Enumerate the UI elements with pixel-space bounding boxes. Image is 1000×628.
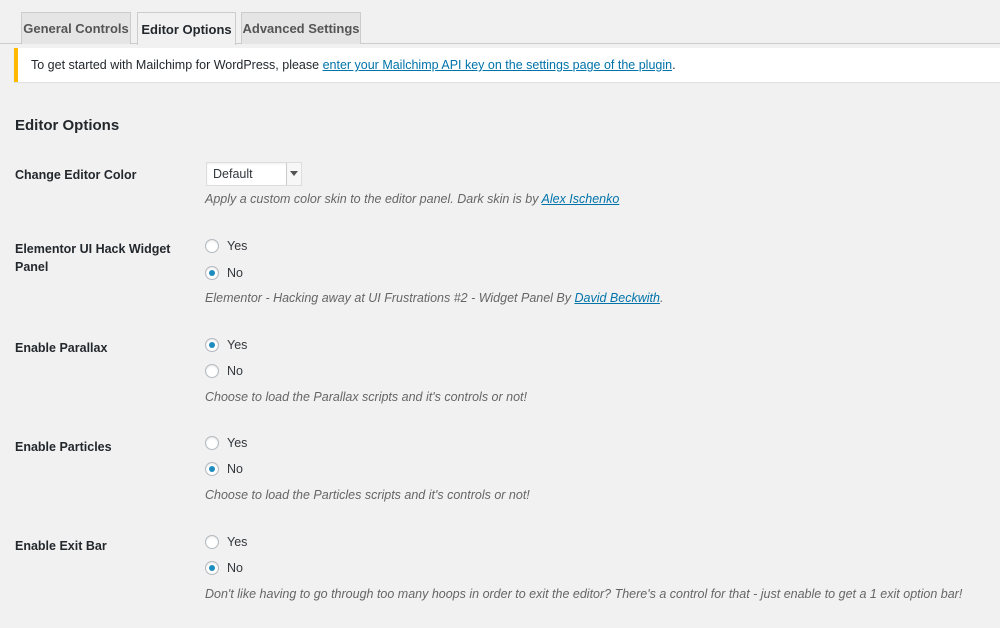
ui-hack-no-option[interactable]: No	[205, 265, 243, 281]
particles-no-option[interactable]: No	[205, 461, 243, 477]
exit-bar-yes-option[interactable]: Yes	[205, 534, 247, 550]
particles-no-radio[interactable]	[205, 462, 219, 476]
ui-hack-label: Elementor UI Hack Widget Panel	[15, 242, 171, 274]
david-beckwith-link[interactable]: David Beckwith	[574, 291, 659, 305]
tab-general-controls[interactable]: General Controls	[21, 12, 131, 44]
parallax-label: Enable Parallax	[15, 341, 108, 355]
tab-bar: General Controls Editor Options Advanced…	[0, 0, 1000, 45]
tab-advanced-settings[interactable]: Advanced Settings	[241, 12, 361, 44]
exit-bar-yes-radio[interactable]	[205, 535, 219, 549]
tab-editor-options[interactable]: Editor Options	[137, 12, 236, 45]
exit-bar-no-radio[interactable]	[205, 561, 219, 575]
exit-bar-no-label: No	[227, 561, 243, 575]
ui-hack-description: Elementor - Hacking away at UI Frustrati…	[205, 291, 664, 305]
exit-bar-yes-label: Yes	[227, 535, 248, 549]
ui-hack-yes-radio[interactable]	[205, 239, 219, 253]
editor-color-selected-value: Default	[213, 167, 253, 181]
parallax-no-option[interactable]: No	[205, 363, 243, 379]
parallax-no-label: No	[227, 364, 243, 378]
alex-ischenko-link[interactable]: Alex Ischenko	[542, 192, 620, 206]
parallax-no-radio[interactable]	[205, 364, 219, 378]
exit-bar-description: Don't like having to go through too many…	[205, 587, 963, 601]
particles-yes-option[interactable]: Yes	[205, 435, 247, 451]
particles-no-label: No	[227, 462, 243, 476]
ui-hack-yes-option[interactable]: Yes	[205, 238, 247, 254]
particles-description: Choose to load the Particles scripts and…	[205, 488, 530, 502]
ui-hack-no-radio[interactable]	[205, 266, 219, 280]
change-editor-color-label: Change Editor Color	[15, 168, 137, 182]
exit-bar-label: Enable Exit Bar	[15, 539, 107, 553]
particles-label: Enable Particles	[15, 440, 112, 454]
ui-hack-no-label: No	[227, 266, 243, 280]
editor-color-description: Apply a custom color skin to the editor …	[205, 192, 620, 206]
ui-hack-yes-label: Yes	[227, 239, 248, 253]
section-title: Editor Options	[15, 117, 120, 134]
parallax-yes-label: Yes	[227, 338, 248, 352]
parallax-yes-radio[interactable]	[205, 338, 219, 352]
chevron-down-icon	[286, 163, 301, 185]
editor-color-select[interactable]: Default	[206, 162, 302, 186]
mailchimp-notice: To get started with Mailchimp for WordPr…	[14, 48, 1000, 82]
mailchimp-settings-link[interactable]: enter your Mailchimp API key on the sett…	[323, 58, 673, 72]
parallax-yes-option[interactable]: Yes	[205, 337, 247, 353]
parallax-description: Choose to load the Parallax scripts and …	[205, 390, 527, 404]
exit-bar-no-option[interactable]: No	[205, 560, 243, 576]
notice-text: To get started with Mailchimp for WordPr…	[31, 58, 676, 72]
particles-yes-label: Yes	[227, 436, 248, 450]
particles-yes-radio[interactable]	[205, 436, 219, 450]
